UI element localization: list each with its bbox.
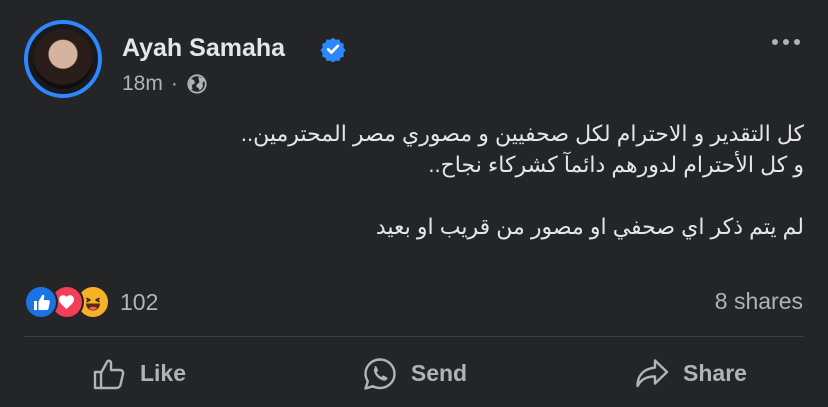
send-button[interactable]: Send — [276, 340, 552, 407]
verified-badge-icon — [320, 37, 346, 62]
globe-icon[interactable] — [186, 73, 208, 95]
actions-divider — [24, 336, 804, 337]
post-text: كل التقدير و الاحترام لكل صحفيين و مصوري… — [44, 118, 804, 242]
post-text-line: كل التقدير و الاحترام لكل صحفيين و مصوري… — [240, 121, 804, 146]
like-reaction-icon — [24, 285, 58, 319]
author-name[interactable]: Ayah Samaha — [122, 34, 285, 63]
reaction-summary[interactable]: 102 — [24, 284, 158, 320]
shares-count[interactable]: 8 shares — [715, 288, 803, 315]
whatsapp-icon — [364, 357, 396, 390]
post-actions: Like Send Share — [0, 340, 828, 407]
post-text-blank-line — [44, 180, 804, 211]
send-label: Send — [410, 360, 468, 386]
more-options-icon[interactable] — [768, 32, 804, 52]
like-button[interactable]: Like — [0, 340, 276, 407]
share-label: Share — [683, 360, 747, 386]
share-arrow-icon — [636, 358, 669, 387]
profile-photo — [33, 29, 93, 89]
post-time[interactable]: 18m — [122, 72, 163, 96]
meta-separator: · — [170, 72, 178, 95]
post-text-line: و كل الأحترام لدورهم دائمآ كشركاء نجاح.. — [428, 152, 804, 177]
thumbs-up-icon — [93, 359, 125, 389]
post-header: Ayah Samaha 18m · — [24, 20, 804, 100]
like-label: Like — [139, 360, 187, 386]
post-meta: 18m · — [122, 72, 208, 96]
avatar[interactable] — [24, 20, 102, 98]
reaction-count[interactable]: 102 — [120, 289, 158, 316]
share-button[interactable]: Share — [552, 340, 828, 407]
post-text-line: لم يتم ذكر اي صحفي او مصور من قريب او بع… — [375, 214, 804, 239]
